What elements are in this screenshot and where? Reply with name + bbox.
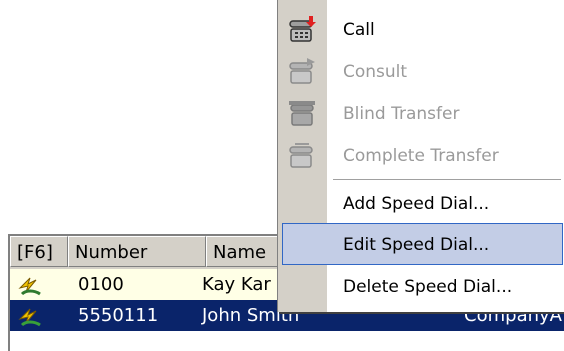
phone-dial-icon <box>289 16 316 42</box>
menu-item-label: Edit Speed Dial... <box>343 235 490 255</box>
row-number: 0100 <box>78 274 124 295</box>
menu-item-blind-transfer[interactable]: Blind Transfer <box>278 93 564 135</box>
menu-item-label: Call <box>343 20 375 40</box>
list-empty-area <box>10 331 564 351</box>
context-menu: Call Consult Blind Transfer Complete Tra… <box>277 0 564 312</box>
menu-item-label: Complete Transfer <box>343 146 499 166</box>
phone-complete-transfer-icon <box>289 143 313 168</box>
menu-item-complete-transfer[interactable]: Complete Transfer <box>278 135 564 177</box>
menu-item-label: Add Speed Dial... <box>343 194 490 214</box>
menu-separator <box>333 179 561 180</box>
menu-item-edit-speed-dial[interactable]: Edit Speed Dial... <box>282 223 563 265</box>
menu-item-label: Consult <box>343 62 408 82</box>
menu-item-consult[interactable]: Consult <box>278 51 564 93</box>
menu-item-label: Blind Transfer <box>343 104 460 124</box>
phone-blind-transfer-icon <box>289 101 315 126</box>
phone-lightning-icon <box>18 308 41 327</box>
phone-lightning-icon <box>18 277 41 296</box>
menu-item-delete-speed-dial[interactable]: Delete Speed Dial... <box>278 266 564 308</box>
row-number: 5550111 <box>78 305 159 326</box>
menu-item-label: Delete Speed Dial... <box>343 277 513 297</box>
menu-item-call[interactable]: Call <box>278 9 564 51</box>
menu-item-add-speed-dial[interactable]: Add Speed Dial... <box>278 183 564 225</box>
phone-consult-icon <box>289 58 315 84</box>
column-header-number[interactable]: Number <box>68 236 206 267</box>
row-name: Kay Kar <box>202 274 271 295</box>
column-header-f6[interactable]: [F6] <box>10 236 68 267</box>
